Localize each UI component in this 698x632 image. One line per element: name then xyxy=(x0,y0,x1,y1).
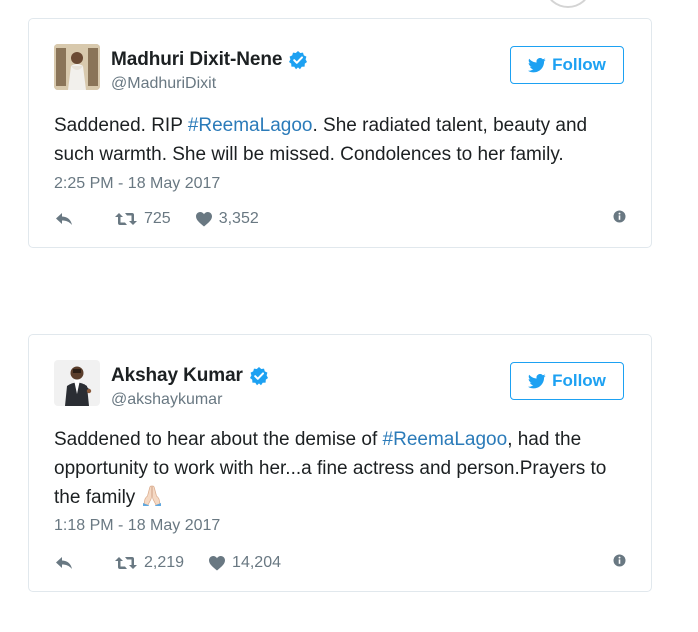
retweet-icon xyxy=(115,557,137,569)
like-count: 3,352 xyxy=(218,210,259,227)
like-button[interactable]: 3,352 xyxy=(195,210,259,228)
tweet-text-part: Saddened to hear about the demise of xyxy=(54,429,383,450)
page: Madhuri Dixit-Nene @MadhuriDixit Follow … xyxy=(0,0,698,632)
info-icon[interactable] xyxy=(613,554,626,572)
verified-badge-icon xyxy=(249,366,269,386)
retweet-count: 725 xyxy=(144,210,171,227)
author-name-row: Akshay Kumar xyxy=(111,365,269,387)
author-display-name[interactable]: Madhuri Dixit-Nene xyxy=(111,49,282,71)
tweet-text-part: Saddened. RIP xyxy=(54,115,188,136)
tweet-actions: 2,219 14,204 xyxy=(54,551,626,575)
hashtag-link[interactable]: #ReemaLagoo xyxy=(188,115,313,136)
tweet-text: Saddened. RIP #ReemaLagoo. She radiated … xyxy=(54,111,629,169)
like-button[interactable]: 14,204 xyxy=(208,554,281,572)
info-icon[interactable] xyxy=(613,210,626,228)
folded-hands-icon xyxy=(141,484,163,515)
retweet-button[interactable]: 2,219 xyxy=(114,554,184,572)
author-display-name[interactable]: Akshay Kumar xyxy=(111,365,243,387)
reply-button[interactable] xyxy=(54,555,80,571)
follow-button-label: Follow xyxy=(552,55,606,74)
tweet-card: Madhuri Dixit-Nene @MadhuriDixit Follow … xyxy=(28,18,652,248)
retweet-count: 2,219 xyxy=(144,554,185,571)
reply-icon xyxy=(56,557,72,569)
follow-button-label: Follow xyxy=(552,371,606,390)
avatar[interactable] xyxy=(54,44,100,90)
retweet-icon xyxy=(115,213,137,225)
heart-icon xyxy=(195,212,212,227)
follow-button[interactable]: Follow xyxy=(510,362,624,400)
follow-button[interactable]: Follow xyxy=(510,46,624,84)
twitter-bird-icon xyxy=(528,57,546,72)
like-count: 14,204 xyxy=(232,554,281,571)
author-handle[interactable]: @akshaykumar xyxy=(111,391,222,409)
tweet-text: Saddened to hear about the demise of #Re… xyxy=(54,425,629,515)
reply-icon xyxy=(56,213,72,225)
avatar[interactable] xyxy=(54,360,100,406)
tweet-timestamp[interactable]: 1:18 PM - 18 May 2017 xyxy=(54,517,220,535)
hashtag-link[interactable]: #ReemaLagoo xyxy=(383,429,508,450)
tweet-card: Akshay Kumar @akshaykumar Follow Saddene… xyxy=(28,334,652,592)
twitter-bird-icon xyxy=(528,373,546,388)
heart-icon xyxy=(209,556,226,571)
scroll-indicator xyxy=(546,0,590,8)
tweet-timestamp[interactable]: 2:25 PM - 18 May 2017 xyxy=(54,175,220,193)
tweet-actions: 725 3,352 xyxy=(54,207,626,231)
verified-badge-icon xyxy=(288,50,308,70)
retweet-button[interactable]: 725 xyxy=(114,210,171,228)
author-handle[interactable]: @MadhuriDixit xyxy=(111,75,216,93)
reply-button[interactable] xyxy=(54,211,80,227)
author-name-row: Madhuri Dixit-Nene xyxy=(111,49,308,71)
